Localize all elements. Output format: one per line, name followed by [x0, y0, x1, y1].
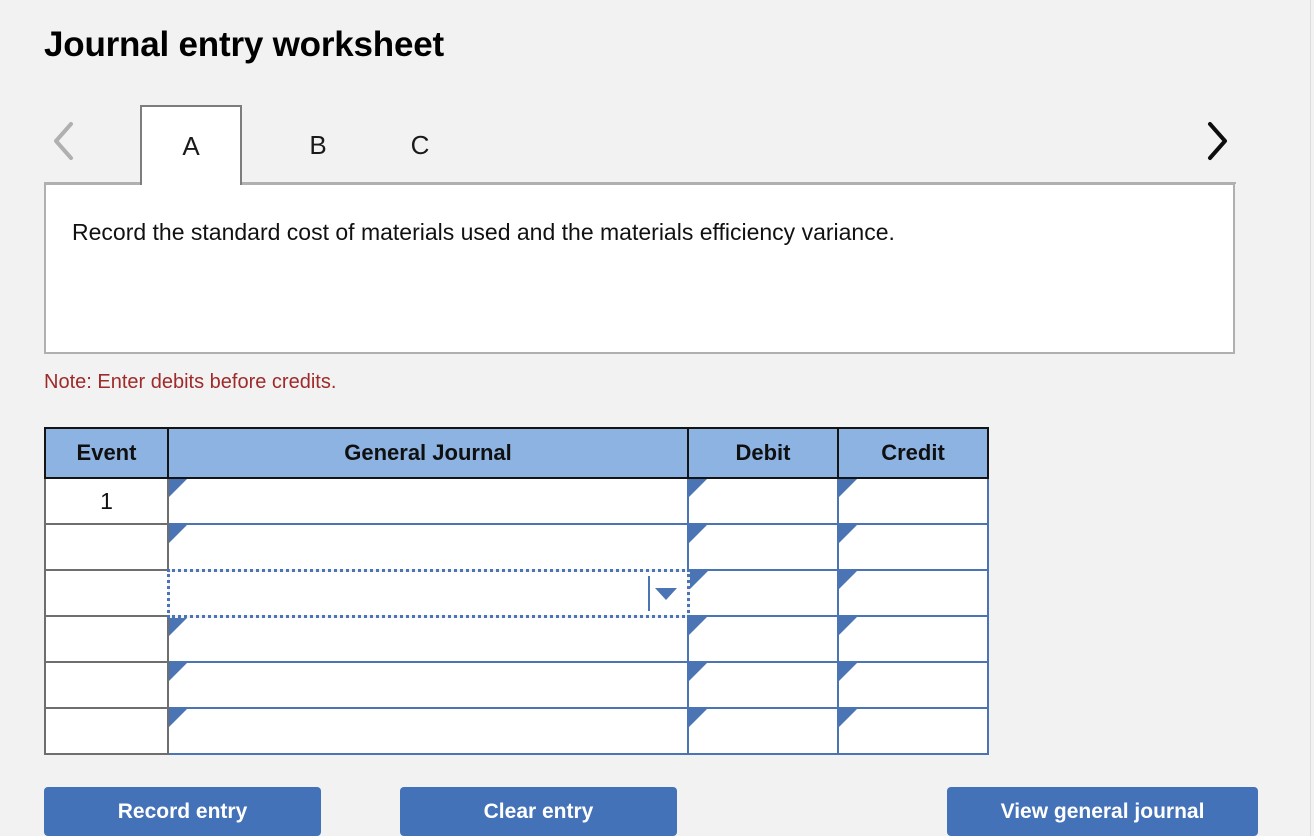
debit-cell[interactable] [687, 523, 839, 571]
event-cell: 1 [44, 477, 169, 525]
general-journal-cell[interactable] [167, 615, 689, 663]
cell-marker-icon [839, 525, 857, 543]
table-row [44, 661, 989, 709]
table-row [44, 568, 989, 618]
tab-c[interactable]: C [372, 105, 468, 185]
credit-cell[interactable] [837, 523, 989, 571]
event-cell [44, 661, 169, 709]
cell-marker-icon [839, 617, 857, 635]
debits-before-credits-note: Note: Enter debits before credits. [44, 371, 337, 393]
table-row: 1 [44, 477, 989, 525]
cell-marker-icon [689, 663, 707, 681]
debit-cell[interactable] [687, 661, 839, 709]
cell-marker-icon [839, 571, 857, 589]
tab-a-label: A [182, 130, 200, 161]
credit-cell[interactable] [837, 707, 989, 755]
cell-marker-icon [839, 709, 857, 727]
cell-marker-icon [689, 617, 707, 635]
instruction-panel: Record the standard cost of materials us… [44, 183, 1235, 354]
journal-entry-table: Event General Journal Debit Credit 1 [44, 427, 989, 755]
cell-marker-icon [169, 617, 187, 636]
debit-cell[interactable] [687, 477, 839, 525]
tab-b-label: B [309, 129, 327, 160]
cell-marker-icon [689, 571, 708, 589]
page-edge-divider [1310, 0, 1311, 836]
tab-a[interactable]: A [140, 105, 242, 185]
debit-cell[interactable] [687, 569, 839, 617]
debit-cell[interactable] [687, 615, 839, 663]
credit-cell[interactable] [837, 661, 989, 709]
page-title: Journal entry worksheet [44, 25, 444, 64]
debit-cell[interactable] [687, 707, 839, 755]
credit-cell[interactable] [837, 569, 989, 617]
chevron-right-icon[interactable] [1196, 111, 1236, 171]
cell-marker-icon [169, 663, 187, 681]
table-row [44, 523, 989, 571]
cell-marker-icon [169, 709, 187, 727]
event-cell [44, 615, 169, 663]
tab-b[interactable]: B [270, 105, 366, 185]
record-entry-button[interactable]: Record entry [44, 787, 321, 836]
column-header-debit: Debit [687, 427, 839, 479]
column-header-general-journal: General Journal [167, 427, 689, 479]
worksheet-tab-strip: A B C [44, 101, 1236, 185]
credit-cell[interactable] [837, 615, 989, 663]
event-cell [44, 707, 169, 755]
general-journal-cell[interactable] [167, 477, 689, 525]
instruction-text: Record the standard cost of materials us… [72, 219, 895, 245]
event-cell [44, 523, 169, 571]
tab-c-label: C [410, 129, 430, 160]
cell-marker-icon [689, 709, 707, 727]
table-row [44, 615, 989, 663]
view-general-journal-button[interactable]: View general journal [947, 787, 1258, 836]
table-row [44, 707, 989, 755]
chevron-down-icon[interactable] [654, 588, 677, 600]
cell-marker-icon [169, 525, 187, 543]
credit-cell[interactable] [837, 477, 989, 525]
general-journal-cell[interactable] [167, 707, 689, 755]
column-header-credit: Credit [837, 427, 989, 479]
event-cell [44, 569, 169, 617]
general-journal-dropdown[interactable] [166, 568, 690, 618]
table-header-row: Event General Journal Debit Credit [44, 427, 989, 479]
cell-marker-icon [839, 663, 857, 681]
general-journal-cell[interactable] [167, 523, 689, 571]
chevron-left-icon[interactable] [44, 111, 84, 171]
journal-entry-worksheet-page: Journal entry worksheet A B C Record the… [0, 0, 1314, 836]
cell-marker-icon [169, 479, 187, 497]
column-header-event: Event [44, 427, 169, 479]
dropdown-divider [647, 575, 650, 611]
cell-marker-icon [689, 525, 707, 543]
cell-marker-icon [689, 479, 707, 497]
general-journal-cell[interactable] [167, 661, 689, 709]
clear-entry-button[interactable]: Clear entry [400, 787, 677, 836]
cell-marker-icon [839, 479, 857, 497]
